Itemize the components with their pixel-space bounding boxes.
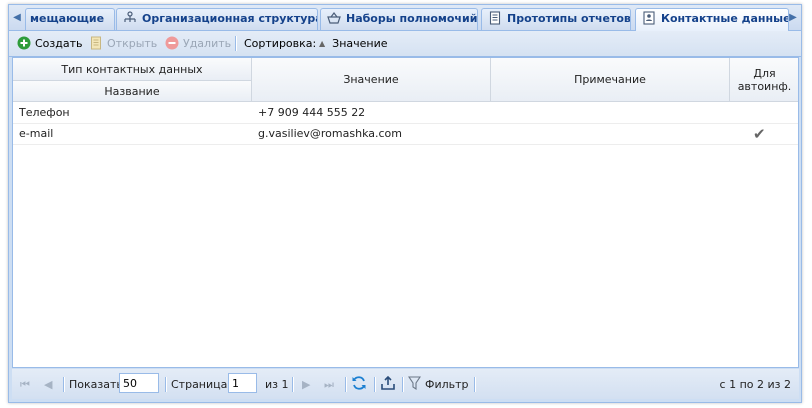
pager-separator — [374, 377, 376, 392]
minus-circle-icon — [165, 36, 179, 50]
cell-value: g.vasiliev@romashka.com — [258, 127, 402, 140]
filter-icon — [407, 376, 422, 397]
tab-contact-data[interactable]: Контактные данные — [635, 8, 789, 31]
paging-toolbar: ⏮ ◀ Показать Страница из 1 ▶ ⏭ Фильтр с … — [12, 369, 799, 399]
column-header-note[interactable]: Примечание — [491, 58, 730, 102]
open-button[interactable]: Открыть — [89, 35, 157, 52]
cell-name: Телефон — [19, 106, 70, 119]
document-icon — [89, 36, 103, 50]
sort-label: Сортировка: — [244, 37, 317, 50]
table-row[interactable]: Телефон +7 909 444 555 22 — [13, 103, 798, 124]
next-page-icon[interactable]: ▶ — [302, 376, 310, 394]
pager-separator — [292, 377, 294, 392]
table-row[interactable]: e-mail g.vasiliev@romashka.com ✔ — [13, 124, 798, 145]
report-icon — [488, 11, 502, 25]
cell-value: +7 909 444 555 22 — [258, 106, 366, 119]
column-header-autoinf[interactable]: Для автоинф. — [730, 58, 798, 102]
tab-scroll-left-icon[interactable]: ◀ — [11, 10, 23, 26]
refresh-icon[interactable] — [351, 375, 367, 393]
page-number-input[interactable] — [228, 373, 257, 393]
pager-separator — [345, 377, 347, 392]
contact-data-panel: ◀ мещающие Организационная структура Наб… — [8, 4, 802, 403]
group-header-contact-type: Тип контактных данных — [13, 58, 252, 81]
checkmark-icon: ✔ — [753, 125, 766, 143]
delete-button[interactable]: Удалить — [165, 35, 231, 52]
plus-circle-icon — [17, 36, 31, 50]
page-label: Страница — [171, 378, 228, 391]
paging-summary: с 1 по 2 из 2 — [719, 378, 791, 391]
basket-icon — [327, 11, 341, 25]
toolbar-separator — [235, 36, 237, 51]
prev-page-icon[interactable]: ◀ — [44, 376, 52, 394]
tab-strip: ◀ мещающие Организационная структура Наб… — [9, 5, 801, 31]
page-size-input[interactable] — [119, 373, 159, 393]
tab-truncated[interactable]: мещающие — [25, 8, 115, 30]
cell-name: e-mail — [19, 127, 54, 140]
pager-separator — [63, 377, 65, 392]
first-page-icon[interactable]: ⏮ — [20, 376, 30, 394]
org-structure-icon — [123, 11, 137, 25]
sort-field-button[interactable]: ▲ Значение — [319, 35, 388, 52]
page-count-label: из 1 — [265, 378, 289, 391]
page-size-label: Показать — [69, 378, 123, 391]
sort-asc-icon: ▲ — [319, 39, 326, 48]
tab-permission-sets[interactable]: Наборы полномочий — [320, 8, 478, 30]
tab-org-structure[interactable]: Организационная структура — [116, 8, 318, 30]
contacts-grid: Тип контактных данных Название Значение … — [12, 57, 799, 368]
contact-card-icon — [642, 11, 656, 25]
export-icon[interactable] — [380, 375, 396, 393]
tab-scroll-right-icon[interactable]: ▶ — [787, 10, 799, 26]
pager-separator — [402, 377, 404, 392]
filter-button[interactable]: Фильтр — [407, 376, 469, 397]
toolbar: Создать Открыть Удалить Сортировка: ▲ Зна… — [9, 31, 801, 57]
pager-separator — [165, 377, 167, 392]
column-header-value[interactable]: Значение — [252, 58, 491, 102]
create-button[interactable]: Создать — [17, 35, 83, 52]
tab-report-prototypes[interactable]: Прототипы отчетов — [481, 8, 631, 30]
column-header-name[interactable]: Название — [13, 81, 252, 102]
pager-separator — [474, 377, 476, 392]
last-page-icon[interactable]: ⏭ — [324, 376, 334, 394]
